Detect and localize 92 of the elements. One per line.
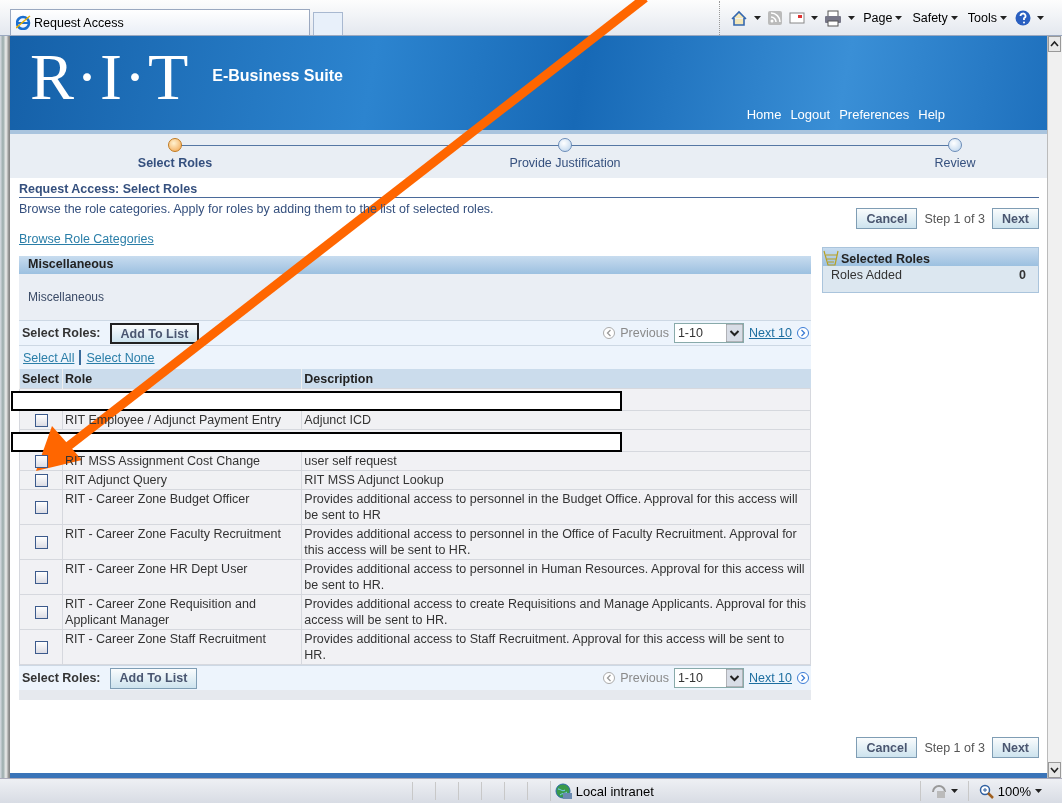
browser-tab[interactable]: Request Access bbox=[10, 9, 310, 35]
logo: R·I·T bbox=[30, 44, 191, 110]
nav-link[interactable]: Home bbox=[746, 107, 782, 122]
caret-icon[interactable] bbox=[895, 16, 903, 20]
table-cell: RIT Adjunct Query bbox=[62, 470, 302, 490]
menu-button[interactable]: Page bbox=[861, 9, 905, 27]
next-page-link[interactable]: Next 10 bbox=[748, 326, 792, 340]
checkbox[interactable] bbox=[34, 641, 48, 655]
dropdown-arrow-icon[interactable] bbox=[725, 669, 743, 687]
table-cell: RIT - Career Zone HR Dept User bbox=[62, 559, 302, 595]
range-dropdown[interactable]: 1-10 bbox=[673, 323, 744, 343]
table-cell: Provides additional access to personnel in Human Resources. Approval for this access will be sent to HR. bbox=[301, 559, 811, 595]
range-dropdown[interactable]: 1-10 bbox=[673, 668, 744, 688]
category-header: Miscellaneous bbox=[19, 256, 811, 274]
caret-icon[interactable] bbox=[1035, 789, 1042, 793]
category-description: Miscellaneous bbox=[27, 289, 106, 306]
table-cell: RIT - Career Zone Staff Recruitment bbox=[62, 629, 302, 665]
toolbar-label: Select Roles: bbox=[22, 326, 101, 340]
step-indicator: Step 1 of 3 bbox=[924, 211, 985, 226]
table-cell: Provides additional access to personnel in the Budget Office. Approval for this access will be sent to HR bbox=[301, 489, 811, 525]
column-header: Select bbox=[19, 369, 63, 389]
checkbox[interactable] bbox=[34, 571, 48, 585]
previous-icon bbox=[603, 327, 616, 339]
browse-categories-link[interactable]: Browse Role Categories bbox=[19, 232, 154, 246]
checkbox[interactable] bbox=[34, 414, 48, 428]
caret-icon[interactable] bbox=[811, 16, 819, 20]
step-marker[interactable] bbox=[558, 138, 572, 152]
caret-icon[interactable] bbox=[950, 16, 958, 20]
home-icon[interactable] bbox=[730, 9, 749, 27]
roles-added-label: Roles Added bbox=[831, 268, 902, 282]
zoom-button[interactable]: 100% bbox=[967, 781, 1062, 801]
checkbox[interactable] bbox=[34, 606, 48, 620]
security-zone: Local intranet bbox=[575, 783, 654, 799]
table-cell: RIT - Career Zone Faculty Recruitment bbox=[62, 524, 302, 560]
next-page-link[interactable]: Next 10 bbox=[748, 671, 792, 685]
caret-icon[interactable] bbox=[848, 16, 856, 20]
add-to-list-button[interactable]: Add To List bbox=[109, 322, 200, 344]
app-title: E-Business Suite bbox=[212, 67, 343, 85]
add-to-list-button[interactable]: Add To List bbox=[109, 667, 198, 689]
checkbox[interactable] bbox=[34, 501, 48, 515]
nav-link[interactable]: Help bbox=[918, 107, 945, 122]
caret-icon[interactable] bbox=[1000, 16, 1007, 20]
print-icon[interactable] bbox=[824, 9, 843, 27]
table-cell: Provides additional access to personnel in the Office of Faculty Recruitment. Approval for this access will be sent to HR. bbox=[301, 524, 811, 560]
next-icon[interactable] bbox=[797, 672, 809, 684]
checkbox[interactable] bbox=[34, 536, 48, 550]
caret-icon[interactable] bbox=[754, 16, 762, 20]
select-all-link[interactable]: Select All bbox=[23, 350, 75, 365]
step-marker[interactable] bbox=[948, 138, 962, 152]
help-icon[interactable] bbox=[1015, 10, 1031, 26]
zoom-icon[interactable] bbox=[978, 783, 994, 799]
menu-button[interactable]: Safety bbox=[910, 9, 960, 27]
page-title: Request Access: Select Roles bbox=[19, 182, 1039, 198]
dropdown-arrow-icon[interactable] bbox=[725, 324, 743, 342]
select-none-link[interactable]: Select None bbox=[86, 350, 155, 365]
step-label[interactable]: Provide Justification bbox=[509, 156, 621, 170]
toolbar-label: Select Roles: bbox=[22, 671, 101, 685]
caret-icon[interactable] bbox=[950, 789, 958, 793]
table-cell: RIT - Career Zone Budget Officer bbox=[62, 489, 302, 525]
step-indicator: Step 1 of 3 bbox=[924, 740, 985, 755]
nav-link[interactable]: Preferences bbox=[839, 107, 910, 122]
scroll-up-icon[interactable] bbox=[1048, 36, 1061, 52]
menu-button[interactable]: Tools bbox=[965, 9, 1009, 27]
table-cell: RIT MSS Adjunct Lookup bbox=[301, 470, 811, 490]
table-cell: Provides additional access to create Requisitions and Manage Applicants. Approval for this access will be sent to HR. bbox=[301, 594, 811, 630]
roles-added-count: 0 bbox=[1019, 268, 1026, 282]
step-label[interactable]: Select Roles bbox=[137, 156, 213, 170]
checkbox[interactable] bbox=[34, 474, 48, 488]
caret-icon[interactable] bbox=[1037, 16, 1044, 20]
next-button[interactable]: Next bbox=[991, 737, 1039, 758]
scroll-down-icon[interactable] bbox=[1048, 762, 1061, 778]
table-cell: Adjunct ICD bbox=[301, 410, 811, 430]
next-icon[interactable] bbox=[797, 327, 809, 339]
panel-title: Selected Roles bbox=[841, 252, 930, 266]
column-header: Role bbox=[62, 369, 302, 389]
basket-icon bbox=[823, 250, 839, 266]
browser-logo-icon bbox=[16, 15, 31, 30]
table-cell: RIT - Career Zone Requisition and Applicant Manager bbox=[62, 594, 302, 630]
nav-link[interactable]: Logout bbox=[790, 107, 831, 122]
globe-icon bbox=[554, 782, 573, 800]
checkbox[interactable] bbox=[34, 455, 48, 469]
mail-icon[interactable] bbox=[789, 10, 806, 26]
table-cell: Provides additional access to Staff Recruitment. Approval for this access will be sent to HR. bbox=[301, 629, 811, 665]
table-cell: user self request bbox=[301, 451, 811, 471]
step-label[interactable]: Review bbox=[934, 156, 976, 170]
previous-icon bbox=[603, 672, 616, 684]
step-marker[interactable] bbox=[168, 138, 182, 152]
column-header: Description bbox=[301, 369, 811, 389]
cancel-button[interactable]: Cancel bbox=[856, 737, 918, 758]
next-button[interactable]: Next bbox=[991, 208, 1039, 229]
scrollbar[interactable] bbox=[1047, 36, 1062, 778]
cancel-button[interactable]: Cancel bbox=[856, 208, 918, 229]
